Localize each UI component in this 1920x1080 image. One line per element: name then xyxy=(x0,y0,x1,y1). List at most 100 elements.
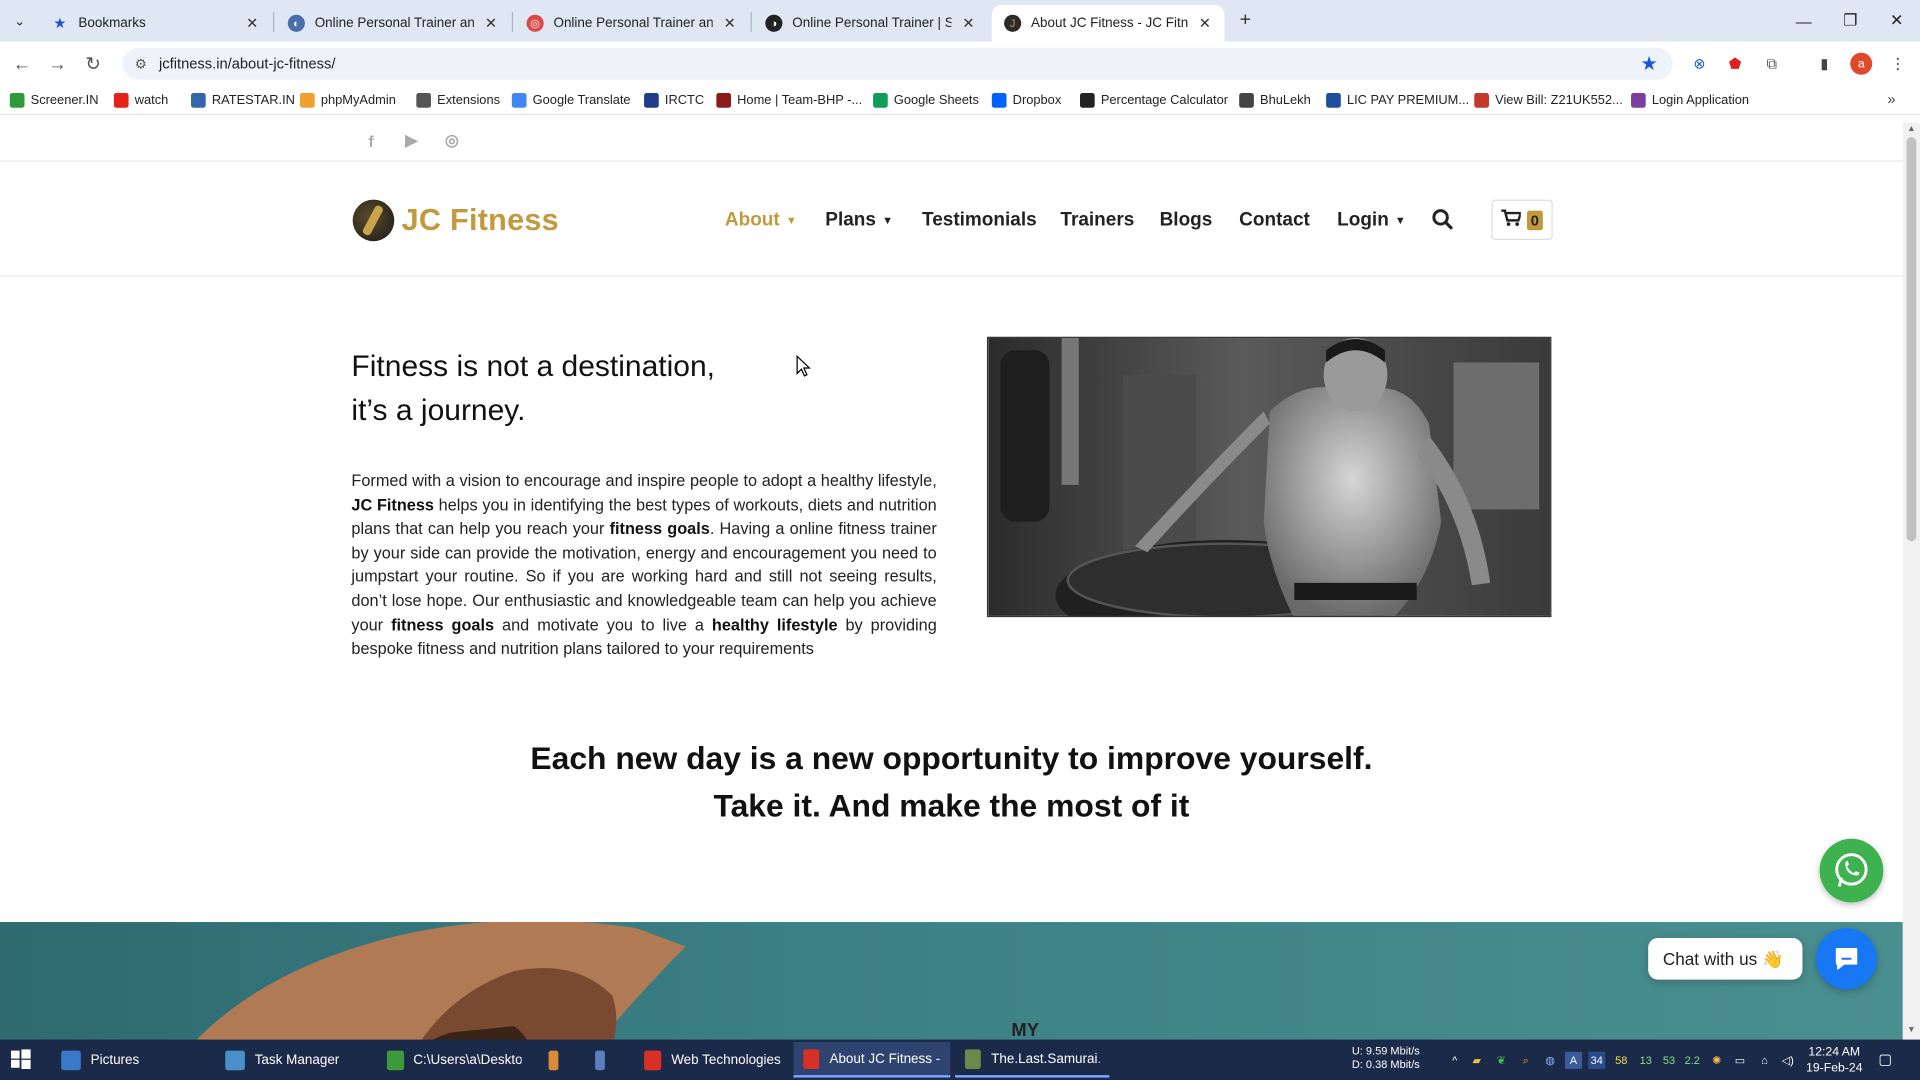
minimize-button[interactable]: — xyxy=(1780,0,1827,42)
bookmark-item[interactable]: Percentage Calculator xyxy=(1080,91,1228,111)
side-panel-icon[interactable]: ▮ xyxy=(1813,53,1835,75)
tab-online-trainer-2[interactable]: ◎ Online Personal Trainer and Online ✕ xyxy=(514,5,749,42)
site-info-icon[interactable]: ⚙ xyxy=(135,56,147,72)
close-icon[interactable]: ✕ xyxy=(959,15,979,32)
profile-avatar[interactable]: a xyxy=(1850,52,1873,75)
bookmark-item[interactable]: Google Sheets xyxy=(873,91,979,111)
bookmark-favicon-icon xyxy=(300,93,315,108)
bookmark-item[interactable]: BhuLekh xyxy=(1239,91,1311,111)
bookmark-star-icon[interactable]: ★ xyxy=(1640,51,1658,75)
new-tab-button[interactable]: + xyxy=(1232,7,1259,34)
taskbar-item[interactable]: C:\Users\a\Desktop... xyxy=(377,1042,531,1078)
network-icon[interactable]: ⌂ xyxy=(1756,1052,1773,1069)
app-tray-icon[interactable]: A xyxy=(1564,1051,1583,1069)
cart-button[interactable]: 0 xyxy=(1491,199,1553,241)
scrollbar-thumb[interactable] xyxy=(1906,137,1917,542)
nav-about[interactable]: About ▼ xyxy=(725,208,797,232)
bookmark-item[interactable]: IRCTC xyxy=(644,91,704,111)
tab-search-button[interactable]: ⌄ xyxy=(7,9,31,33)
leaf-tray-icon[interactable]: ❦ xyxy=(1493,1052,1510,1069)
chevron-right-icon[interactable]: » xyxy=(1887,91,1895,108)
nav-plans[interactable]: Plans ▼ xyxy=(825,208,893,232)
bookmark-item[interactable]: Login Application xyxy=(1631,91,1749,111)
shield-extension-icon[interactable]: ⬟ xyxy=(1724,53,1746,75)
calendar-tray-icon[interactable]: 34 xyxy=(1588,1051,1606,1069)
scroll-down-icon[interactable]: ▼ xyxy=(1907,1026,1917,1036)
antivirus-tray-icon[interactable]: ✺ xyxy=(1708,1052,1725,1069)
nav-trainers[interactable]: Trainers xyxy=(1060,208,1134,232)
taskbar-item[interactable]: Pictures xyxy=(51,1042,213,1078)
reload-button[interactable]: ↻ xyxy=(80,50,107,77)
taskbar-item[interactable] xyxy=(539,1042,578,1078)
site-logo[interactable]: JC Fitness xyxy=(352,198,559,242)
bookmark-favicon-icon xyxy=(9,93,25,108)
bookmark-label: View Bill: Z21UK552... xyxy=(1495,93,1623,108)
menu-icon[interactable]: ⋮ xyxy=(1887,53,1909,75)
tab-strip: ⌄ ★ Bookmarks ✕ ◐ Online Personal Traine… xyxy=(0,0,1920,42)
address-bar[interactable]: ⚙ jcfitness.in/about-jc-fitness/ ★ xyxy=(122,47,1673,80)
restore-button[interactable]: ❐ xyxy=(1827,0,1874,42)
tab-about-jc-fitness[interactable]: J About JC Fitness - JC Fitness ✕ xyxy=(991,4,1225,42)
mouse-cursor xyxy=(796,354,811,377)
search-icon[interactable] xyxy=(1431,208,1455,232)
search-tray-icon[interactable]: ⌕ xyxy=(1517,1052,1534,1069)
close-icon[interactable]: ✕ xyxy=(242,15,262,32)
taskbar-item[interactable]: About JC Fitness - J... xyxy=(793,1042,951,1078)
bookmark-item[interactable]: watch xyxy=(113,91,168,111)
forward-button[interactable]: → xyxy=(44,50,71,77)
taskbar-item[interactable]: The.Last.Samurai.2... xyxy=(955,1042,1110,1078)
bookmark-item[interactable]: Google Translate xyxy=(511,91,631,111)
taskbar-item[interactable]: Web Technologies ... xyxy=(634,1042,791,1078)
system-clock[interactable]: 12:24 AM 19-Feb-24 xyxy=(1802,1044,1866,1076)
instagram-icon[interactable]: ◎ xyxy=(441,130,463,152)
back-button[interactable]: ← xyxy=(9,50,36,77)
page-scrollbar[interactable]: ▲ ▼ xyxy=(1902,122,1920,1041)
bookmark-item[interactable]: RATESTAR.IN xyxy=(191,91,295,111)
volume-icon[interactable]: ◁) xyxy=(1779,1052,1796,1069)
nav-login[interactable]: Login ▼ xyxy=(1337,208,1406,232)
extension-icon[interactable]: ⊗ xyxy=(1689,53,1711,75)
bookmark-item[interactable]: View Bill: Z21UK552... xyxy=(1474,91,1623,111)
chat-with-us-prompt[interactable]: Chat with us 👋 xyxy=(1648,937,1803,980)
whatsapp-button[interactable] xyxy=(1819,838,1884,903)
tab-online-trainer-sarah[interactable]: ◑ Online Personal Trainer | Sarah ✕ xyxy=(753,5,988,42)
bookmark-favicon-icon xyxy=(716,93,732,108)
taskbar-item[interactable]: Task Manager xyxy=(216,1042,380,1078)
nav-testimonials[interactable]: Testimonials xyxy=(922,208,1037,232)
bookmark-item[interactable]: Dropbox xyxy=(991,91,1061,111)
youtube-icon[interactable]: ▶ xyxy=(400,130,422,152)
bookmark-label: Percentage Calculator xyxy=(1100,93,1229,108)
windows-start-icon[interactable] xyxy=(10,1048,34,1072)
nav-contact[interactable]: Contact xyxy=(1239,208,1310,232)
close-window-button[interactable]: ✕ xyxy=(1873,0,1920,42)
logo-mark-icon xyxy=(352,199,395,242)
clock-time: 12:24 AM xyxy=(1808,1045,1861,1060)
bookmark-item[interactable]: Home | Team-BHP -... xyxy=(716,91,862,111)
folder-tray-icon[interactable]: ▰ xyxy=(1468,1052,1485,1069)
bookmark-item[interactable]: Extensions xyxy=(416,91,500,111)
bookmark-item[interactable]: phpMyAdmin xyxy=(300,91,396,111)
facebook-icon[interactable]: f xyxy=(360,130,382,152)
caret-down-icon: ▼ xyxy=(1394,214,1406,227)
site-icon: ◑ xyxy=(765,14,783,32)
taskbar-item[interactable] xyxy=(585,1042,624,1078)
scroll-up-icon[interactable]: ▲ xyxy=(1907,125,1917,135)
close-icon[interactable]: ✕ xyxy=(1195,15,1215,32)
taskbar-label: The.Last.Samurai.2... xyxy=(991,1051,1099,1066)
whatsapp-icon xyxy=(1835,853,1868,887)
tab-online-trainer-1[interactable]: ◐ Online Personal Trainer and Fitness ✕ xyxy=(276,5,511,42)
close-icon[interactable]: ✕ xyxy=(481,15,501,32)
bookmark-label: IRCTC xyxy=(664,93,705,108)
battery-icon[interactable]: ▭ xyxy=(1731,1052,1748,1069)
bookmark-item[interactable]: LIC PAY PREMIUM... xyxy=(1326,91,1469,111)
globe-tray-icon[interactable]: ◍ xyxy=(1542,1052,1559,1069)
chat-button[interactable] xyxy=(1815,928,1878,990)
bookmark-item[interactable]: Screener.IN xyxy=(9,91,99,111)
brand-name: JC Fitness xyxy=(401,202,559,237)
chevron-up-icon[interactable]: ^ xyxy=(1446,1052,1463,1069)
nav-blogs[interactable]: Blogs xyxy=(1160,208,1213,232)
extensions-puzzle-icon[interactable]: ⧉ xyxy=(1761,53,1783,75)
notification-icon[interactable]: ▢ xyxy=(1878,1051,1898,1071)
tab-bookmarks[interactable]: ★ Bookmarks ✕ xyxy=(39,5,272,42)
close-icon[interactable]: ✕ xyxy=(720,15,740,32)
